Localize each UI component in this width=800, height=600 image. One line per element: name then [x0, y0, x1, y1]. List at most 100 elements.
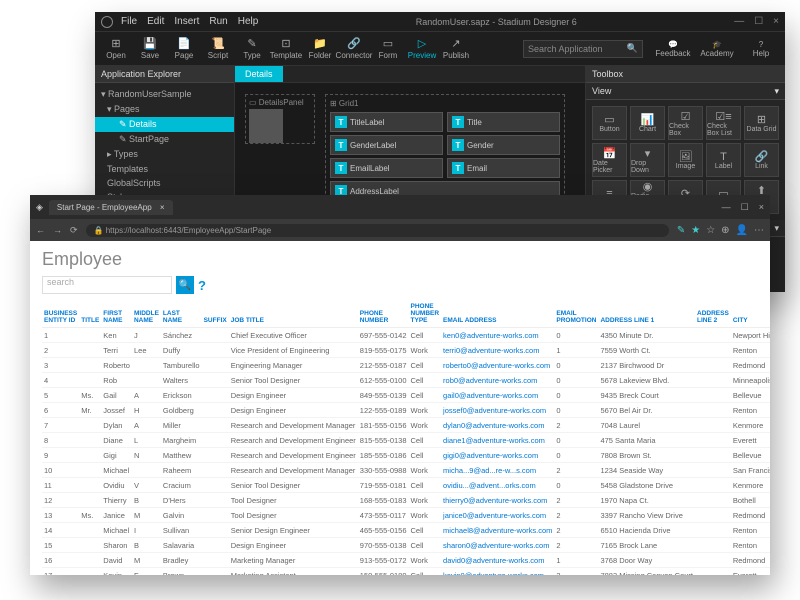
toolbar-save[interactable]: 💾Save — [133, 34, 167, 64]
tool-image[interactable]: 🖼Image — [668, 143, 703, 177]
designer-toolbar: ⊞Open💾Save📄Page📜Script✎Type⊡Template📁Fol… — [95, 32, 785, 66]
tree-item[interactable]: Templates — [95, 162, 234, 176]
email-link[interactable]: diane1@adventure-works.com — [443, 436, 545, 445]
toolbar-preview[interactable]: ▷Preview — [405, 34, 439, 64]
help-icon[interactable]: ? — [198, 278, 206, 293]
image-widget[interactable] — [249, 109, 283, 143]
toolbar-form[interactable]: ▭Form — [371, 34, 405, 64]
email-link[interactable]: terri0@adventure-works.com — [443, 346, 539, 355]
menu-help[interactable]: Help — [238, 16, 259, 27]
tool-label[interactable]: TLabel — [706, 143, 741, 177]
email-link[interactable]: janice0@adventure-works.com — [443, 511, 546, 520]
ext1-icon[interactable]: ✎ — [677, 225, 685, 236]
email-link[interactable]: micha...9@ad...re-w...s.com — [443, 466, 536, 475]
tree-item[interactable]: ✎ StartPage — [95, 132, 234, 147]
refresh-icon[interactable]: ⟳ — [70, 225, 78, 236]
winbtn[interactable]: × — [773, 16, 779, 27]
column-header[interactable]: SUFFIX — [202, 300, 229, 328]
max-icon[interactable]: ☐ — [741, 202, 749, 213]
column-header[interactable]: EMAIL PROMOTION — [554, 300, 598, 328]
toolbar-type[interactable]: ✎Type — [235, 34, 269, 64]
rbtn-academy[interactable]: 🎓Academy — [697, 40, 737, 58]
label-widget[interactable]: TEmail — [447, 158, 560, 178]
toolbar-open[interactable]: ⊞Open — [99, 34, 133, 64]
ext2-icon[interactable]: ★ — [691, 225, 700, 236]
url-input[interactable]: 🔒 https://localhost:6443/EmployeeApp/Sta… — [86, 224, 669, 237]
details-panel-widget[interactable]: ▭ DetailsPanel — [245, 94, 315, 144]
tool-check-box-list[interactable]: ☑≡Check Box List — [706, 106, 741, 140]
email-link[interactable]: gigi0@adventure-works.com — [443, 451, 538, 460]
column-header[interactable]: BUSINESS ENTITY ID — [42, 300, 79, 328]
email-link[interactable]: david0@adventure-works.com — [443, 556, 544, 565]
column-header[interactable]: EMAIL ADDRESS — [441, 300, 554, 328]
column-header[interactable]: CITY — [731, 300, 770, 328]
winbtn[interactable]: ☐ — [754, 16, 763, 27]
rbtn-feedback[interactable]: 💬Feedback — [653, 40, 693, 58]
toolbar-script[interactable]: 📜Script — [201, 34, 235, 64]
toolbar-page[interactable]: 📄Page — [167, 34, 201, 64]
toolbar-folder[interactable]: 📁Folder — [303, 34, 337, 64]
toolbar-template[interactable]: ⊡Template — [269, 34, 303, 64]
email-link[interactable]: dylan0@adventure-works.com — [443, 421, 544, 430]
menu-run[interactable]: Run — [209, 16, 227, 27]
tool-date-picker[interactable]: 📅Date Picker — [592, 143, 627, 177]
search-input[interactable]: search — [42, 276, 172, 294]
menu-edit[interactable]: Edit — [147, 16, 164, 27]
rbtn-help[interactable]: ?Help — [741, 40, 781, 58]
label-widget[interactable]: TGenderLabel — [330, 135, 443, 155]
column-header[interactable]: PHONE NUMBER TYPE — [409, 300, 442, 328]
tree-item[interactable]: ✎ Details — [95, 117, 234, 132]
view-header[interactable]: View▾ — [586, 83, 785, 100]
tool-drop-down[interactable]: ▾Drop Down — [630, 143, 665, 177]
column-header[interactable]: PHONE NUMBER — [358, 300, 409, 328]
email-link[interactable]: michael8@adventure-works.com — [443, 526, 552, 535]
email-link[interactable]: roberto0@adventure-works.com — [443, 361, 550, 370]
tree-item[interactable]: ▸ Types — [95, 147, 234, 162]
column-header[interactable]: TITLE — [79, 300, 101, 328]
email-link[interactable]: ovidiu...@advent...orks.com — [443, 481, 536, 490]
email-link[interactable]: rob0@adventure-works.com — [443, 376, 537, 385]
menu-file[interactable]: File — [121, 16, 137, 27]
column-header[interactable]: LAST NAME — [161, 300, 202, 328]
search-app-input[interactable]: Search Application🔍 — [523, 40, 643, 58]
collections-icon[interactable]: ⊕ — [721, 225, 729, 236]
menu-insert[interactable]: Insert — [174, 16, 199, 27]
label-widget[interactable]: TTitleLabel — [330, 112, 443, 132]
search-button[interactable]: 🔍 — [176, 276, 194, 294]
tool-button[interactable]: ▭Button — [592, 106, 627, 140]
toolbar-connector[interactable]: 🔗Connector — [337, 34, 371, 64]
tree-item[interactable]: ▾ RandomUserSample — [95, 87, 234, 102]
email-link[interactable]: thierry0@adventure-works.com — [443, 496, 547, 505]
min-icon[interactable]: — — [722, 202, 731, 213]
tool-data-grid[interactable]: ⊞Data Grid — [744, 106, 779, 140]
tool-chart[interactable]: 📊Chart — [630, 106, 665, 140]
column-header[interactable]: ADDRESS LINE 2 — [695, 300, 731, 328]
email-link[interactable]: jossef0@adventure-works.com — [443, 406, 546, 415]
label-widget[interactable]: TGender — [447, 135, 560, 155]
profile-icon[interactable]: 👤 — [736, 225, 748, 236]
winbtn[interactable]: — — [734, 16, 744, 27]
column-header[interactable]: ADDRESS LINE 1 — [598, 300, 695, 328]
email-link[interactable]: gail0@adventure-works.com — [443, 391, 538, 400]
email-link[interactable]: sharon0@adventure-works.com — [443, 541, 549, 550]
email-link[interactable]: kevin0@adventure-works.com — [443, 571, 544, 576]
column-header[interactable]: FIRST NAME — [101, 300, 132, 328]
canvas-tab-details[interactable]: Details — [235, 66, 283, 82]
toolbar-publish[interactable]: ↗Publish — [439, 34, 473, 64]
tree-item[interactable]: ▾ Pages — [95, 102, 234, 117]
fav-icon[interactable]: ☆ — [706, 225, 715, 236]
tool-link[interactable]: 🔗Link — [744, 143, 779, 177]
tree-item[interactable]: GlobalScripts — [95, 176, 234, 190]
email-link[interactable]: ken0@adventure-works.com — [443, 331, 539, 340]
back-icon[interactable]: ← — [36, 225, 45, 235]
close-icon[interactable]: × — [759, 202, 764, 213]
column-header[interactable]: MIDDLE NAME — [132, 300, 161, 328]
browser-tab[interactable]: Start Page - EmployeeApp × — [49, 200, 173, 215]
column-header[interactable]: JOB TITLE — [229, 300, 358, 328]
label-widget[interactable]: TTitle — [447, 112, 560, 132]
more-icon[interactable]: ⋯ — [754, 225, 764, 236]
grid1-widget[interactable]: ⊞ Grid1 TTitleLabelTTitleTGenderLabelTGe… — [325, 94, 565, 209]
tool-check-box[interactable]: ☑Check Box — [668, 106, 703, 140]
label-widget[interactable]: TEmailLabel — [330, 158, 443, 178]
forward-icon[interactable]: → — [53, 225, 62, 235]
